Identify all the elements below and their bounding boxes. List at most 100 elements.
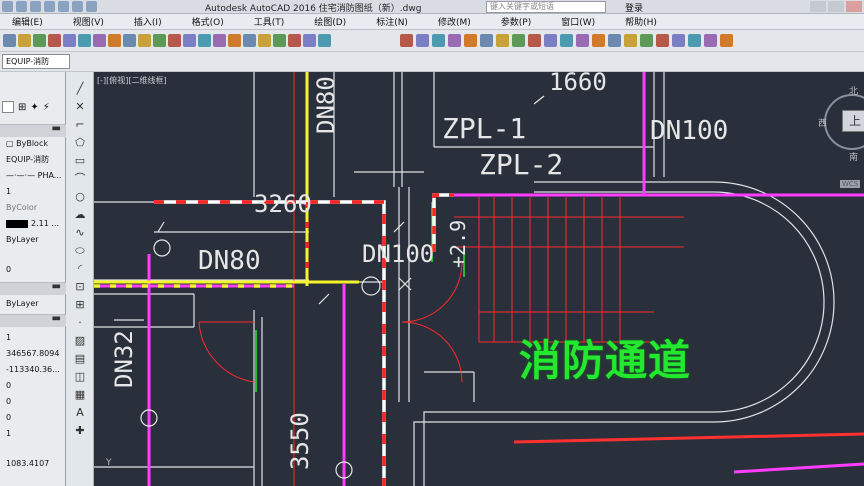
menu-modify[interactable]: 修改(M): [438, 15, 471, 28]
dim-edit-icon[interactable]: [672, 34, 685, 47]
zoom-window-icon[interactable]: [213, 34, 226, 47]
dim-ordinate-icon[interactable]: [448, 34, 461, 47]
prop-lineweight[interactable]: 2.11 ...: [0, 216, 66, 232]
dim-linear-icon[interactable]: [400, 34, 413, 47]
design-center-icon[interactable]: [258, 34, 271, 47]
circle-icon[interactable]: ○: [73, 190, 87, 204]
revcloud-icon[interactable]: ☁: [73, 208, 87, 222]
wcs-menu[interactable]: WCS: [840, 180, 861, 188]
sheet-set-icon[interactable]: [288, 34, 301, 47]
prop-center-z[interactable]: 0: [0, 378, 66, 394]
menu-edit[interactable]: 编辑(E): [12, 15, 43, 28]
arc-icon[interactable]: ⌒: [73, 172, 87, 186]
prop-v1[interactable]: 0: [0, 394, 66, 410]
copy-icon[interactable]: [108, 34, 121, 47]
line-icon[interactable]: ╱: [73, 82, 87, 96]
menu-parametric[interactable]: 参数(P): [501, 15, 531, 28]
dim-style-icon[interactable]: [720, 34, 733, 47]
layer-dropdown[interactable]: EQUIP-消防: [2, 54, 70, 69]
search-input[interactable]: 键入关键字或短语: [486, 1, 606, 13]
new-icon[interactable]: [3, 34, 16, 47]
dim-angular-icon[interactable]: [512, 34, 525, 47]
properties-icon[interactable]: [243, 34, 256, 47]
compass-north[interactable]: 北: [849, 84, 858, 97]
saveas-icon[interactable]: [44, 1, 55, 12]
maximize-button[interactable]: [828, 1, 844, 12]
menu-help[interactable]: 帮助(H): [625, 15, 657, 28]
compass-south[interactable]: 南: [849, 150, 858, 163]
menu-tools[interactable]: 工具(T): [254, 15, 285, 28]
match-properties-icon[interactable]: [138, 34, 151, 47]
hatch-icon[interactable]: ▨: [73, 334, 87, 348]
new-icon[interactable]: [2, 1, 13, 12]
paste-icon[interactable]: [123, 34, 136, 47]
table-icon[interactable]: ▦: [73, 388, 87, 402]
polyline-icon[interactable]: ⌐: [73, 118, 87, 132]
print-icon[interactable]: [48, 34, 61, 47]
prop-material[interactable]: ByLayer: [0, 296, 66, 312]
continue-icon[interactable]: [560, 34, 573, 47]
dim-radius-icon[interactable]: [464, 34, 477, 47]
prop-vertex[interactable]: 1: [0, 330, 66, 346]
prop-thickness[interactable]: 0: [0, 262, 66, 278]
menu-window[interactable]: 窗口(W): [561, 15, 595, 28]
save-icon[interactable]: [30, 1, 41, 12]
construction-line-icon[interactable]: ✕: [73, 100, 87, 114]
close-button[interactable]: [846, 1, 862, 12]
viewcube[interactable]: 上 北 西 南 WCS: [818, 87, 864, 188]
prop-center-y[interactable]: -113340.36...: [0, 362, 66, 378]
plot-preview-icon[interactable]: [63, 34, 76, 47]
drawing-canvas[interactable]: [-][俯视][二维线框] 1660 ZPL-1 ZPL-2 DN100 326…: [94, 72, 864, 486]
prop-linetype[interactable]: —·—·— PHA...: [0, 168, 66, 184]
inspect-icon[interactable]: [640, 34, 653, 47]
redo-icon[interactable]: [168, 34, 181, 47]
dim-text-edit-icon[interactable]: [688, 34, 701, 47]
rectangle-icon[interactable]: ▭: [73, 154, 87, 168]
prop-transparency[interactable]: ByLayer: [0, 232, 66, 248]
quickcalc-icon[interactable]: [318, 34, 331, 47]
polygon-icon[interactable]: ⬠: [73, 136, 87, 150]
zoom-realtime-icon[interactable]: [198, 34, 211, 47]
compass-west[interactable]: 西: [818, 116, 827, 129]
make-block-icon[interactable]: ⊞: [73, 298, 87, 312]
point-icon[interactable]: ·: [73, 316, 87, 330]
markup-icon[interactable]: [303, 34, 316, 47]
spline-icon[interactable]: ∿: [73, 226, 87, 240]
add-selected-icon[interactable]: ✚: [73, 424, 87, 438]
prop-layer[interactable]: EQUIP-消防: [0, 152, 66, 168]
gradient-icon[interactable]: ▤: [73, 352, 87, 366]
dim-diameter-icon[interactable]: [496, 34, 509, 47]
prop-v3[interactable]: 1: [0, 426, 66, 442]
ellipse-arc-icon[interactable]: ◜: [73, 262, 87, 276]
zoom-previous-icon[interactable]: [228, 34, 241, 47]
dim-space-icon[interactable]: [576, 34, 589, 47]
jogged-linear-icon[interactable]: [656, 34, 669, 47]
undo-icon[interactable]: [72, 1, 83, 12]
open-icon[interactable]: [16, 1, 27, 12]
menu-view[interactable]: 视图(V): [73, 15, 104, 28]
prop-v2[interactable]: 0: [0, 410, 66, 426]
center-mark-icon[interactable]: [624, 34, 637, 47]
undo-icon[interactable]: [153, 34, 166, 47]
geometry-section-header[interactable]: ▬: [0, 313, 66, 327]
mtext-icon[interactable]: A: [73, 406, 87, 420]
minimize-button[interactable]: [810, 1, 826, 12]
dim-jogged-icon[interactable]: [480, 34, 493, 47]
baseline-icon[interactable]: [544, 34, 557, 47]
login-link[interactable]: 登录: [625, 1, 643, 14]
dim-break-icon[interactable]: [592, 34, 605, 47]
prop-color[interactable]: ▢ ByBlock: [0, 136, 66, 152]
toggle-pickadd-icon[interactable]: ⊞: [18, 102, 26, 113]
tool-palettes-icon[interactable]: [273, 34, 286, 47]
prop-linetype-scale[interactable]: 1: [0, 184, 66, 200]
pan-icon[interactable]: [183, 34, 196, 47]
quick-select-icon[interactable]: ⚡: [43, 102, 50, 113]
selection-dropdown[interactable]: [2, 101, 14, 113]
menu-dimension[interactable]: 标注(N): [376, 15, 408, 28]
publish-icon[interactable]: [78, 34, 91, 47]
menu-format[interactable]: 格式(O): [192, 15, 224, 28]
viewcube-face-top[interactable]: 上: [842, 110, 864, 132]
viewport-label[interactable]: [-][俯视][二维线框]: [97, 75, 167, 86]
region-icon[interactable]: ◫: [73, 370, 87, 384]
quick-dim-icon[interactable]: [528, 34, 541, 47]
